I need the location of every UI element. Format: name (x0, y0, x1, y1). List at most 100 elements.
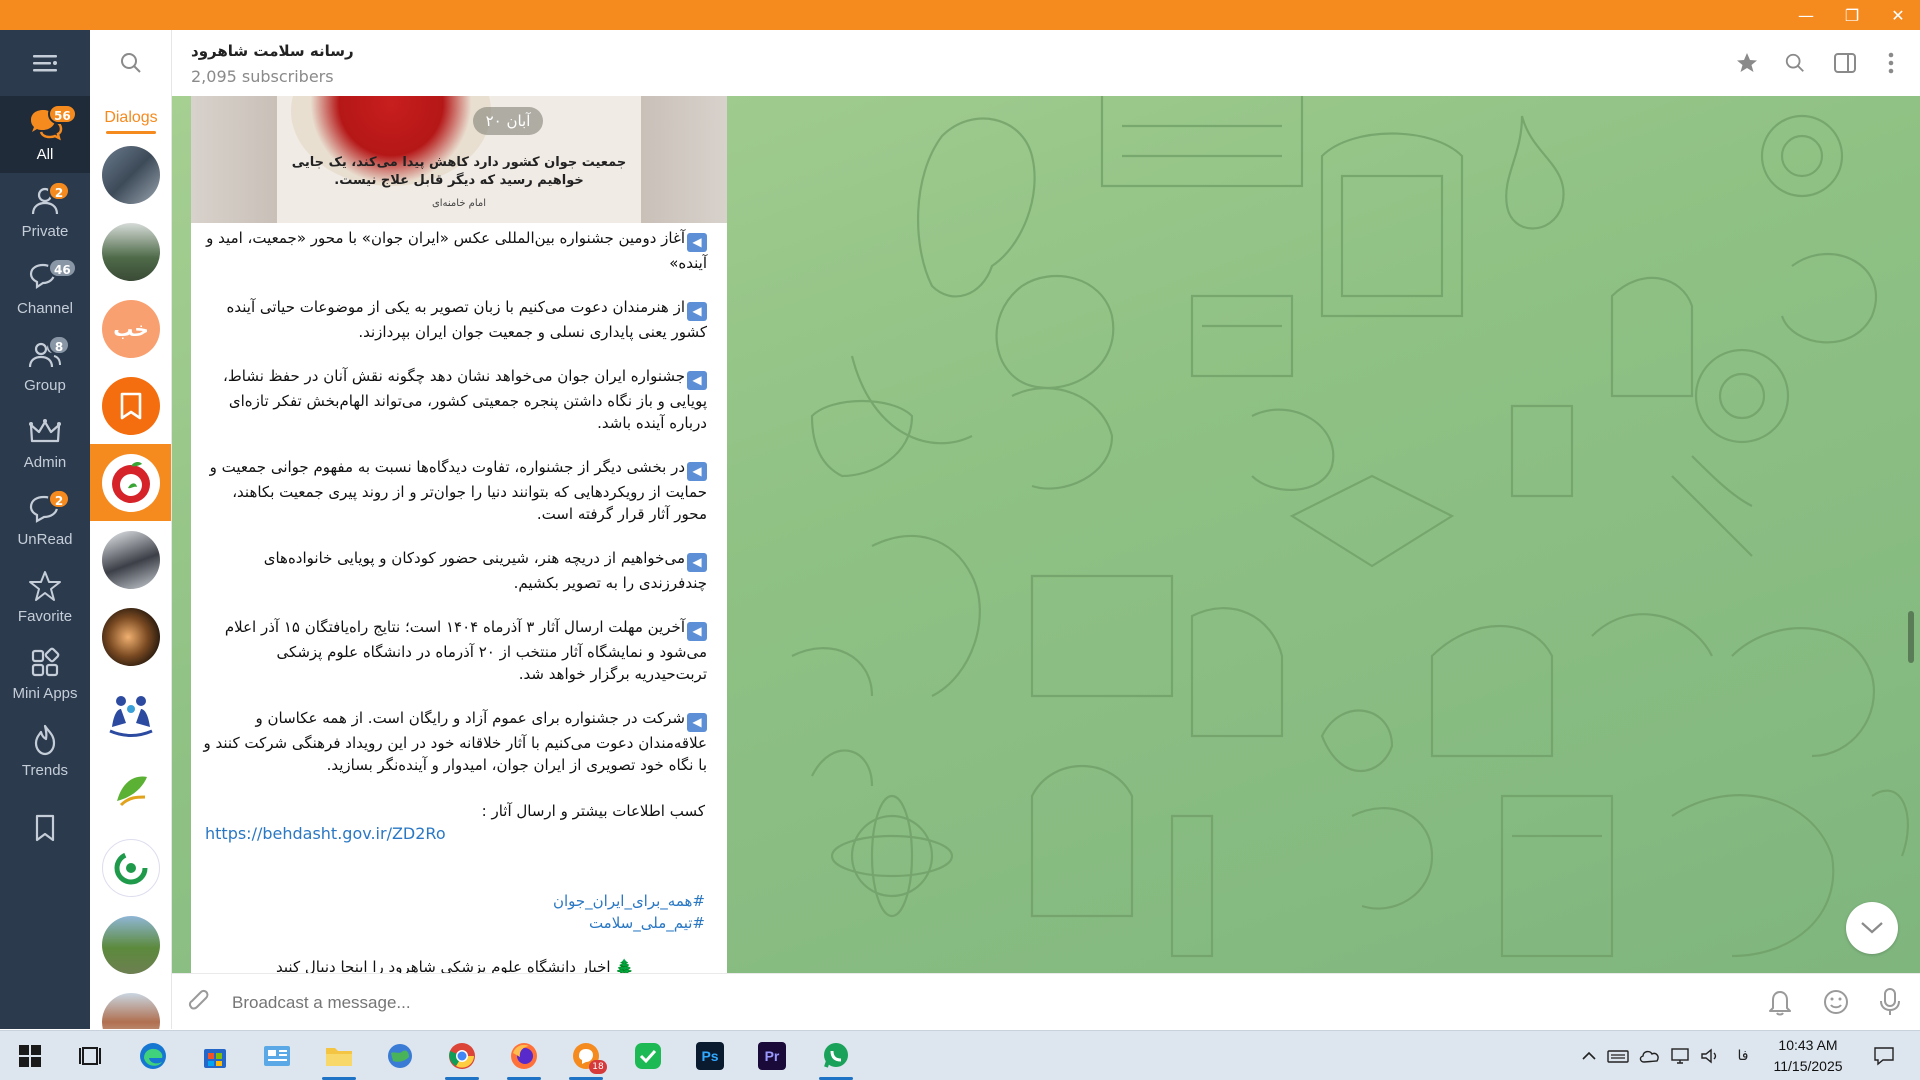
minimize-button[interactable]: — (1783, 0, 1829, 30)
folder-admin[interactable]: Admin (0, 404, 90, 481)
chat-item-selected[interactable] (90, 444, 171, 521)
language-indicator[interactable]: فا (1728, 1031, 1758, 1080)
health-network-logo-icon (114, 851, 148, 884)
message-input[interactable] (232, 988, 1672, 1018)
voice-record-button[interactable] (1872, 984, 1908, 1020)
chat-item[interactable] (90, 136, 171, 213)
folder-private[interactable]: Private 2 (0, 173, 90, 250)
folder-trends[interactable]: Trends (0, 712, 90, 789)
main-menu-button[interactable] (0, 30, 90, 96)
bell-icon (1769, 991, 1791, 1016)
chat-item[interactable] (90, 213, 171, 290)
hamburger-icon (33, 55, 57, 72)
chat-item[interactable] (90, 752, 171, 829)
show-hidden-icons-button[interactable] (1576, 1031, 1602, 1080)
search-in-chat-button[interactable] (1776, 44, 1814, 82)
folder-group[interactable]: Group 8 (0, 327, 90, 404)
folder-channel[interactable]: Channel 46 (0, 250, 90, 327)
chat-scrollbar[interactable] (1905, 108, 1913, 963)
channel-post[interactable]: ۲۰ آبان جمعیت جوان کشور دارد کاهش پیدا م… (191, 96, 727, 973)
close-button[interactable]: ✕ (1875, 0, 1920, 30)
hashtag-link[interactable]: #همه_برای_ایران_جوان (205, 892, 705, 910)
bookmark-icon (35, 814, 55, 841)
avatar (102, 838, 160, 897)
task-view-button[interactable] (65, 1032, 115, 1080)
firefox-taskbar-button[interactable] (499, 1032, 549, 1080)
file-explorer-taskbar-button[interactable] (314, 1032, 364, 1080)
edge-taskbar-button[interactable] (128, 1032, 178, 1080)
folder-saved[interactable] (0, 789, 90, 866)
chat-item[interactable]: خب (90, 290, 171, 367)
window-titlebar[interactable]: — ❐ ✕ (0, 0, 1920, 30)
scroll-to-bottom-button[interactable] (1846, 902, 1898, 954)
post-paragraph: ◀در بخشی دیگر از جشنواره، تفاوت دیدگاه‌ه… (209, 458, 707, 523)
notifications-button[interactable] (1864, 1031, 1904, 1080)
chrome-taskbar-button[interactable] (437, 1032, 487, 1080)
network-monitor-icon (1671, 1048, 1689, 1064)
bullet-arrow-icon: ◀ (687, 302, 707, 321)
folder-unread[interactable]: UnRead 2 (0, 481, 90, 558)
firefox-icon (511, 1043, 537, 1069)
chat-item[interactable] (90, 675, 171, 752)
message-composer (172, 973, 1920, 1029)
input-language-tray-icon[interactable] (1604, 1031, 1632, 1080)
date-badge: ۲۰ آبان (473, 107, 543, 135)
chat-item[interactable] (90, 521, 171, 598)
chat-item-saved-messages[interactable] (90, 367, 171, 444)
post-image[interactable]: ۲۰ آبان جمعیت جوان کشور دارد کاهش پیدا م… (191, 96, 727, 223)
premiere-taskbar-button[interactable]: Pr (747, 1032, 797, 1080)
toggle-sidebar-button[interactable] (1826, 44, 1864, 82)
boost-star-button[interactable] (1728, 44, 1766, 82)
tab-dialogs[interactable]: Dialogs (90, 96, 171, 134)
avatar (102, 145, 160, 204)
chat-item[interactable] (90, 598, 171, 675)
chrome-icon (449, 1043, 475, 1069)
chat-header[interactable]: رسانه سلامت شاهرود 2,095 subscribers (172, 30, 1920, 96)
sidebar-panel-icon (1834, 53, 1856, 73)
news-taskbar-button[interactable] (252, 1032, 302, 1080)
network-tray-icon[interactable] (1666, 1031, 1694, 1080)
check-app-taskbar-button[interactable] (623, 1032, 673, 1080)
chevron-down-icon (1861, 922, 1883, 934)
post-paragraph: ◀آخرین مهلت ارسال آثار ۳ آذرماه ۱۴۰۴ است… (224, 618, 707, 683)
hashtag-link[interactable]: #تیم_ملی_سلامت (205, 914, 705, 932)
folder-label: Mini Apps (12, 685, 78, 702)
restore-button[interactable]: ❐ (1829, 0, 1875, 30)
folder-label: UnRead (17, 531, 73, 548)
volume-tray-icon[interactable] (1696, 1031, 1724, 1080)
notification-badge: 18 (589, 1060, 607, 1074)
chat-item[interactable] (90, 906, 171, 983)
news-icon (264, 1046, 290, 1066)
whatsapp-taskbar-button[interactable] (811, 1032, 861, 1080)
green-leaf-logo-icon (117, 776, 147, 806)
taskbar-clock[interactable]: 10:43 AM 11/15/2025 (1762, 1035, 1854, 1077)
dialogs-search-button[interactable] (90, 30, 171, 96)
notification-center-icon (1874, 1047, 1894, 1066)
emoji-button[interactable] (1818, 984, 1854, 1020)
onedrive-tray-icon[interactable] (1636, 1031, 1664, 1080)
unread-badge: 46 (48, 258, 77, 278)
attach-button[interactable] (182, 984, 218, 1020)
mute-notifications-button[interactable] (1762, 984, 1798, 1020)
store-taskbar-button[interactable] (190, 1032, 240, 1080)
dialogs-list: Dialogs خب (90, 30, 172, 1029)
telegram-taskbar-button[interactable]: 18 (561, 1032, 611, 1080)
folder-mini-apps[interactable]: Mini Apps (0, 635, 90, 712)
more-options-button[interactable] (1872, 44, 1910, 82)
start-button[interactable] (5, 1032, 55, 1080)
maps-taskbar-button[interactable] (375, 1032, 425, 1080)
folder-label: Group (24, 377, 66, 394)
file-explorer-icon (326, 1048, 352, 1066)
post-text: ◀آغاز دومین جشنواره بین‌المللی عکس «ایرا… (201, 227, 707, 798)
cloud-icon (1639, 1050, 1659, 1063)
apps-grid-icon (31, 647, 60, 677)
post-footer-line: 🌲 اخبار دانشگاه علوم پزشکی شاهرود را این… (276, 958, 634, 973)
folder-all[interactable]: All 56 (0, 96, 90, 173)
chat-item[interactable] (90, 983, 171, 1029)
photoshop-taskbar-button[interactable]: Ps (685, 1032, 735, 1080)
post-link[interactable]: https://behdasht.gov.ir/ZD2Ro (205, 824, 705, 843)
photoshop-icon: Ps (696, 1042, 724, 1070)
chat-item[interactable] (90, 829, 171, 906)
chat-scrollbar-thumb[interactable] (1908, 611, 1914, 663)
folder-favorite[interactable]: Favorite (0, 558, 90, 635)
